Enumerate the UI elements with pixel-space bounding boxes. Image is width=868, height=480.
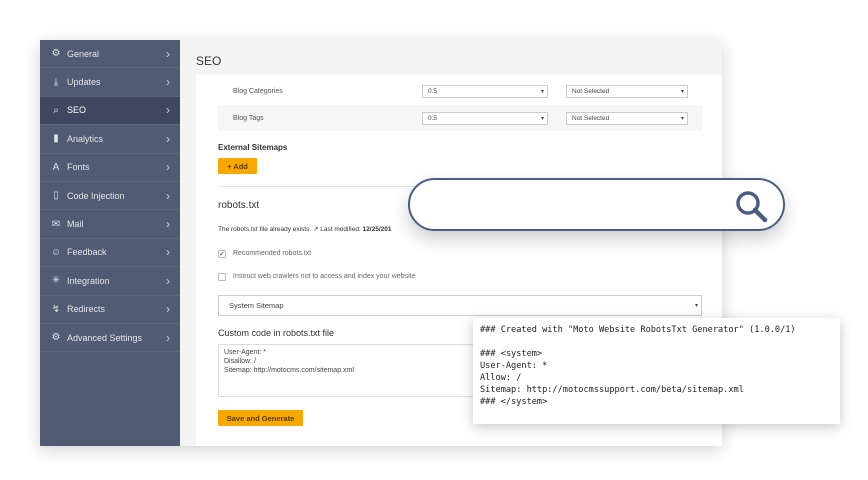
frequency-select[interactable]: Not Selected — [566, 84, 688, 98]
page-title: SEO — [196, 54, 222, 68]
noindex-checkbox[interactable] — [218, 273, 226, 281]
sidebar-item-label: Mail — [67, 219, 84, 230]
download-icon: ⤓ — [53, 76, 59, 88]
sitemap-row-blog-categories: Blog Categories 0.5 Not Selected — [218, 78, 702, 104]
search-icon[interactable] — [733, 188, 769, 224]
advanced-gear-icon: ⚙ — [51, 332, 61, 344]
sidebar-item-general[interactable]: ⚙ General › — [40, 40, 180, 69]
sidebar-item-redirects[interactable]: ↯ Redirects › — [40, 296, 180, 324]
sidebar-item-label: SEO — [67, 105, 87, 116]
save-generate-button[interactable]: Save and Generate — [218, 410, 303, 426]
robots-heading: robots.txt — [218, 200, 260, 211]
external-link-icon: ↗ — [313, 226, 319, 233]
sidebar-item-label: Redirects — [67, 304, 106, 315]
robots-preview: ### Created with "Moto Website RobotsTxt… — [473, 318, 840, 424]
gear-icon: ⚙ — [51, 48, 61, 60]
chevron-right-icon: › — [166, 131, 170, 146]
font-icon: A — [52, 161, 60, 173]
search-bar[interactable] — [408, 178, 785, 231]
recommended-checkbox[interactable]: ✓ — [218, 250, 226, 258]
priority-select[interactable]: 0.5 — [422, 111, 548, 125]
robots-status: The robots.txt file already exists. ↗ La… — [218, 226, 392, 233]
sidebar-item-label: Updates — [67, 77, 101, 88]
external-sitemaps-heading: External Sitemaps — [218, 143, 288, 152]
chevron-right-icon: › — [166, 302, 170, 317]
chevron-right-icon: › — [166, 330, 170, 345]
chevron-right-icon: › — [166, 188, 170, 203]
sidebar-item-label: Integration — [67, 275, 110, 286]
sidebar-item-analytics[interactable]: ▮ Analytics › — [40, 125, 180, 154]
sidebar-item-code-injection[interactable]: ▯ Code Injection › — [40, 182, 180, 211]
bar-chart-icon: ▮ — [53, 133, 59, 145]
row-label: Blog Tags — [233, 114, 264, 122]
redirect-icon: ↯ — [51, 303, 61, 315]
chevron-right-icon: › — [166, 103, 170, 118]
noindex-label: Instruct web crawlers not to access and … — [233, 273, 416, 280]
sidebar-item-mail[interactable]: ✉ Mail › — [40, 210, 180, 239]
chevron-right-icon: › — [166, 75, 170, 90]
seo-icon: ⌕ — [53, 104, 59, 116]
chevron-right-icon: › — [166, 160, 170, 175]
sitemap-select[interactable]: System Sitemap — [218, 295, 702, 316]
feedback-icon: ☺ — [50, 246, 62, 258]
sidebar-item-label: Fonts — [67, 162, 90, 173]
sidebar-item-updates[interactable]: ⤓ Updates › — [40, 68, 180, 97]
frequency-select[interactable]: Not Selected — [566, 111, 688, 125]
sidebar-item-integration[interactable]: ✳ Integration › — [40, 267, 180, 296]
mail-icon: ✉ — [51, 218, 61, 230]
chevron-right-icon: › — [166, 217, 170, 232]
recommended-label: Recommended robots.txt — [233, 250, 312, 257]
sitemap-row-blog-tags: Blog Tags 0.5 Not Selected — [218, 105, 702, 131]
sidebar-item-feedback[interactable]: ☺ Feedback › — [40, 239, 180, 268]
priority-select[interactable]: 0.5 — [422, 84, 548, 98]
custom-code-label: Custom code in robots.txt file — [218, 328, 335, 338]
code-file-icon: ▯ — [53, 190, 59, 202]
sidebar-item-fonts[interactable]: A Fonts › — [40, 154, 180, 182]
sidebar-item-label: Advanced Settings — [67, 332, 143, 343]
sidebar-item-label: Feedback — [67, 247, 107, 258]
sidebar-item-label: Code Injection — [67, 190, 125, 201]
sidebar-item-label: Analytics — [67, 133, 104, 144]
sidebar-item-seo[interactable]: ⌕ SEO › — [40, 96, 180, 126]
row-label: Blog Categories — [233, 87, 283, 95]
chevron-right-icon: › — [166, 46, 170, 61]
sidebar: ⚙ General › ⤓ Updates › ⌕ SEO › ▮ Analytics › A Fonts… — [40, 40, 180, 446]
sidebar-item-advanced-settings[interactable]: ⚙ Advanced Settings › — [40, 324, 180, 353]
sidebar-item-label: General — [67, 48, 100, 59]
add-sitemap-button[interactable]: + Add — [218, 158, 257, 174]
integration-icon: ✳ — [51, 275, 61, 287]
chevron-right-icon: › — [166, 245, 170, 260]
chevron-right-icon: › — [166, 273, 170, 288]
